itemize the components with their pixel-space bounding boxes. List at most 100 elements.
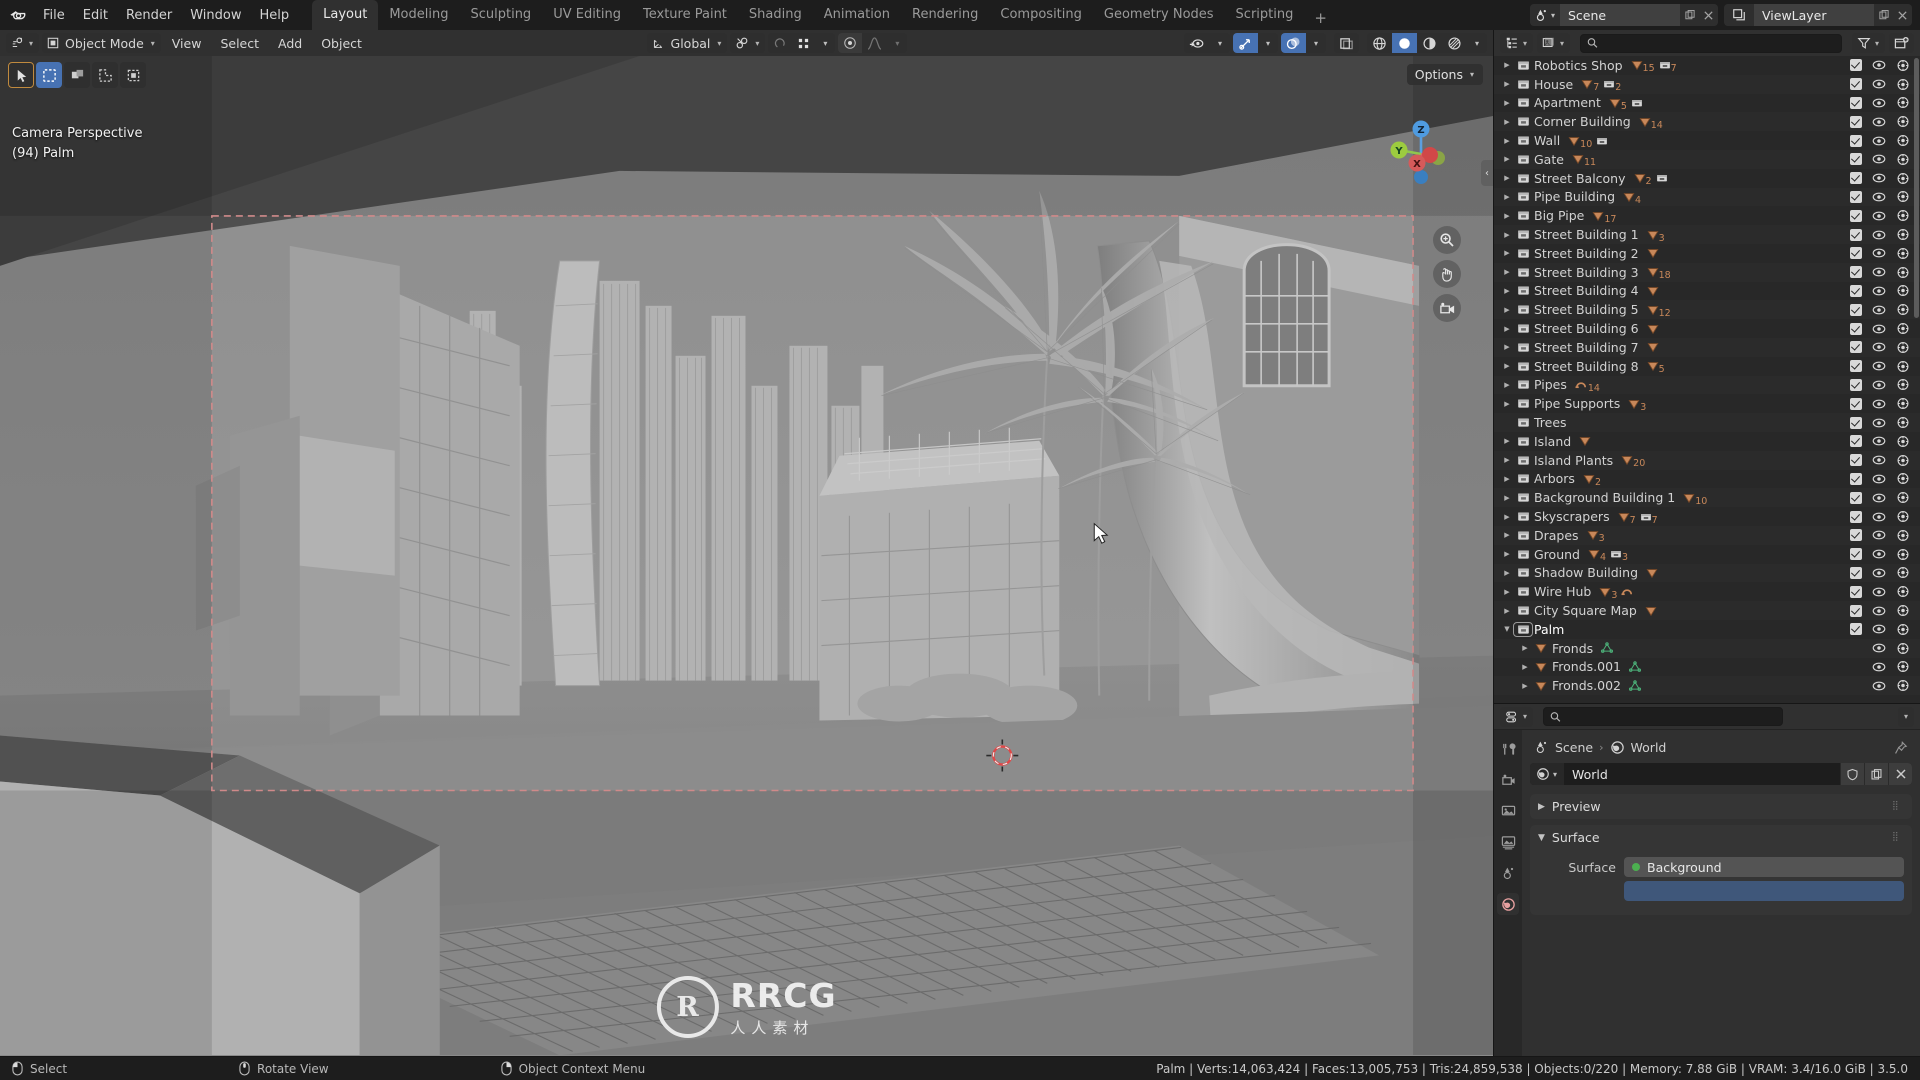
pin-icon[interactable]	[1894, 740, 1908, 755]
outliner-disable-in-render-icon[interactable]	[1896, 78, 1910, 91]
tab-modeling[interactable]: Modeling	[378, 0, 459, 30]
editor-type-selector[interactable]: ▾	[6, 33, 40, 53]
outliner-hide-in-viewport-icon[interactable]	[1872, 417, 1886, 429]
outliner-row[interactable]: ▶ Street Building 4	[1494, 282, 1920, 301]
tool-select-intersect-icon[interactable]	[120, 62, 146, 88]
chevron-right-icon[interactable]: ▶	[1500, 475, 1514, 483]
world-datablock-row[interactable]: ▾ World	[1530, 763, 1912, 785]
properties-tab-tool[interactable]	[1497, 738, 1519, 760]
outliner-row[interactable]: ▶ Street Balcony 2	[1494, 169, 1920, 188]
outliner-editor-type-button[interactable]: ▾	[1500, 33, 1534, 53]
falloff-curve-icon[interactable]	[862, 33, 887, 53]
overlays-group[interactable]: ▾	[1281, 33, 1326, 53]
outliner-disable-in-render-icon[interactable]	[1896, 491, 1910, 504]
tab-texture-paint[interactable]: Texture Paint	[632, 0, 738, 30]
properties-tab-output[interactable]	[1497, 800, 1519, 822]
scene-new-icon[interactable]	[1680, 4, 1699, 26]
outliner-disable-in-render-icon[interactable]	[1896, 585, 1910, 598]
outliner-hide-in-viewport-icon[interactable]	[1872, 360, 1886, 372]
outliner-enable-checkbox[interactable]	[1850, 585, 1862, 598]
viewlayer-new-icon[interactable]	[1874, 4, 1893, 26]
navigation-gizmo[interactable]: Z Y X	[1379, 112, 1463, 196]
viewport-menu-select[interactable]: Select	[212, 33, 267, 53]
chevron-right-icon[interactable]: ▶	[1500, 362, 1514, 370]
outliner-search-input[interactable]	[1603, 36, 1835, 50]
outliner-enable-checkbox[interactable]	[1850, 96, 1862, 109]
scene-name[interactable]: Scene	[1560, 4, 1680, 26]
proportional-editing-icon[interactable]	[768, 33, 792, 53]
outliner-disable-in-render-icon[interactable]	[1896, 472, 1910, 485]
outliner-row[interactable]: ▶ Fronds.002	[1494, 676, 1920, 696]
outliner-tree[interactable]: ▶ Robotics Shop 15 7 ▶ House 7 2 ▶ Apartment 5 ▶ Cor…	[1494, 56, 1920, 703]
outliner-enable-checkbox[interactable]	[1850, 360, 1862, 373]
outliner-disable-in-render-icon[interactable]	[1896, 172, 1910, 185]
outliner-new-collection-button[interactable]	[1889, 33, 1914, 53]
outliner-hide-in-viewport-icon[interactable]	[1872, 323, 1886, 335]
outliner-enable-checkbox[interactable]	[1850, 510, 1862, 523]
outliner-disable-in-render-icon[interactable]	[1896, 510, 1910, 523]
outliner-disable-in-render-icon[interactable]	[1896, 566, 1910, 579]
outliner-disable-in-render-icon[interactable]	[1896, 548, 1910, 561]
chevron-right-icon[interactable]: ▶	[1500, 607, 1514, 615]
viewlayer-name[interactable]: ViewLayer	[1754, 4, 1874, 26]
tool-select-circle-icon[interactable]	[64, 62, 90, 88]
outliner-enable-checkbox[interactable]	[1850, 491, 1862, 504]
outliner-row[interactable]: ▶ Arbors 2	[1494, 470, 1920, 489]
outliner-hide-in-viewport-icon[interactable]	[1872, 78, 1886, 90]
outliner-enable-checkbox[interactable]	[1850, 153, 1862, 166]
outliner-row[interactable]: ▶ Street Building 6	[1494, 319, 1920, 338]
outliner-enable-checkbox[interactable]	[1850, 397, 1862, 410]
outliner-disable-in-render-icon[interactable]	[1896, 59, 1910, 72]
scene-unlink-icon[interactable]	[1699, 4, 1718, 26]
outliner-row[interactable]: ▶ Island Plants 20	[1494, 450, 1920, 470]
chevron-right-icon[interactable]: ▶	[1500, 174, 1514, 182]
outliner-disable-in-render-icon[interactable]	[1896, 134, 1910, 147]
viewlayer-selector[interactable]: ViewLayer	[1724, 4, 1912, 26]
outliner-hide-in-viewport-icon[interactable]	[1872, 398, 1886, 410]
properties-tab-render[interactable]	[1497, 769, 1519, 791]
properties-options-caret[interactable]: ▾	[1897, 706, 1914, 727]
viewport-3d[interactable]: Camera Perspective (94) Palm Options ▾ ‹…	[0, 56, 1493, 1056]
outliner-enable-checkbox[interactable]	[1850, 566, 1862, 579]
proportional-circle-icon[interactable]	[838, 33, 863, 53]
outliner-hide-in-viewport-icon[interactable]	[1872, 529, 1886, 541]
properties-tab-scene[interactable]	[1497, 862, 1519, 884]
outliner-row[interactable]: ▶ Robotics Shop 15 7	[1494, 56, 1920, 75]
outliner-disable-in-render-icon[interactable]	[1896, 303, 1910, 316]
outliner-row[interactable]: ▶ Street Building 3 18	[1494, 262, 1920, 282]
outliner-row[interactable]: ▶ City Square Map	[1494, 601, 1920, 620]
chevron-right-icon[interactable]: ▶	[1518, 682, 1532, 690]
outliner-row[interactable]: ▼ Palm	[1494, 620, 1920, 639]
overlays-dropdown-caret[interactable]: ▾	[1306, 33, 1326, 53]
tool-select-box-icon[interactable]	[36, 62, 62, 88]
interaction-mode-selector[interactable]: Object Mode ▾	[42, 33, 161, 53]
outliner-hide-in-viewport-icon[interactable]	[1872, 210, 1886, 222]
world-name-field[interactable]: World	[1564, 767, 1840, 782]
outliner-hide-in-viewport-icon[interactable]	[1872, 567, 1886, 579]
outliner-row[interactable]: ▶ Ground 4 3	[1494, 545, 1920, 564]
chevron-right-icon[interactable]: ▶	[1500, 456, 1514, 464]
outliner-disable-in-render-icon[interactable]	[1896, 679, 1910, 692]
wireframe-shading-icon[interactable]	[1367, 33, 1392, 53]
outliner-row[interactable]: ▶ Corner Building 14	[1494, 112, 1920, 132]
gizmo-group[interactable]: ▾	[1233, 33, 1278, 53]
outliner-row[interactable]: ▶ Shadow Building	[1494, 563, 1920, 583]
xray-group[interactable]	[1334, 33, 1359, 53]
chevron-right-icon[interactable]: ▶	[1518, 644, 1532, 652]
tab-compositing[interactable]: Compositing	[989, 0, 1093, 30]
outliner-enable-checkbox[interactable]	[1850, 284, 1862, 297]
outliner-disable-in-render-icon[interactable]	[1896, 623, 1910, 636]
outliner-hide-in-viewport-icon[interactable]	[1872, 680, 1886, 692]
outliner-disable-in-render-icon[interactable]	[1896, 228, 1910, 241]
outliner-enable-checkbox[interactable]	[1850, 454, 1862, 467]
outliner-hide-in-viewport-icon[interactable]	[1872, 266, 1886, 278]
outliner-enable-checkbox[interactable]	[1850, 266, 1862, 279]
chevron-right-icon[interactable]: ▶	[1500, 287, 1514, 295]
visibility-group[interactable]: ▾	[1184, 33, 1230, 53]
solid-shading-icon[interactable]	[1392, 33, 1417, 53]
menu-render[interactable]: Render	[117, 5, 181, 26]
outliner-hide-in-viewport-icon[interactable]	[1872, 661, 1886, 673]
properties-editor-type-button[interactable]: ▾	[1500, 706, 1534, 727]
outliner-hide-in-viewport-icon[interactable]	[1872, 511, 1886, 523]
snap-toggle[interactable]: ▾	[730, 33, 766, 53]
